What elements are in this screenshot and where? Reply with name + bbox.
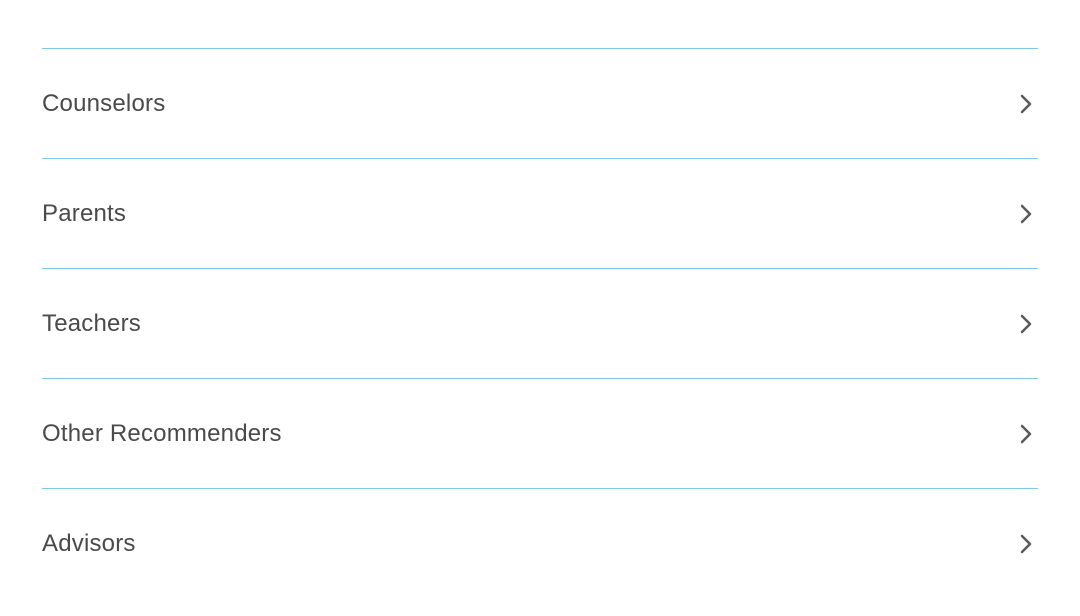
list-item-other-recommenders[interactable]: Other Recommenders	[42, 378, 1038, 488]
list-item-label: Advisors	[42, 530, 136, 558]
list-item-teachers[interactable]: Teachers	[42, 268, 1038, 378]
list-item-label: Other Recommenders	[42, 420, 282, 448]
list-item-label: Teachers	[42, 310, 141, 338]
list-item-label: Parents	[42, 200, 126, 228]
chevron-right-icon	[1014, 422, 1038, 446]
list-item-counselors[interactable]: Counselors	[42, 48, 1038, 158]
chevron-right-icon	[1014, 92, 1038, 116]
list-item-advisors[interactable]: Advisors	[42, 488, 1038, 598]
recommender-list: Counselors Parents Teachers Other Recomm…	[0, 48, 1080, 598]
list-item-label: Counselors	[42, 90, 165, 118]
chevron-right-icon	[1014, 532, 1038, 556]
chevron-right-icon	[1014, 202, 1038, 226]
chevron-right-icon	[1014, 312, 1038, 336]
list-item-parents[interactable]: Parents	[42, 158, 1038, 268]
